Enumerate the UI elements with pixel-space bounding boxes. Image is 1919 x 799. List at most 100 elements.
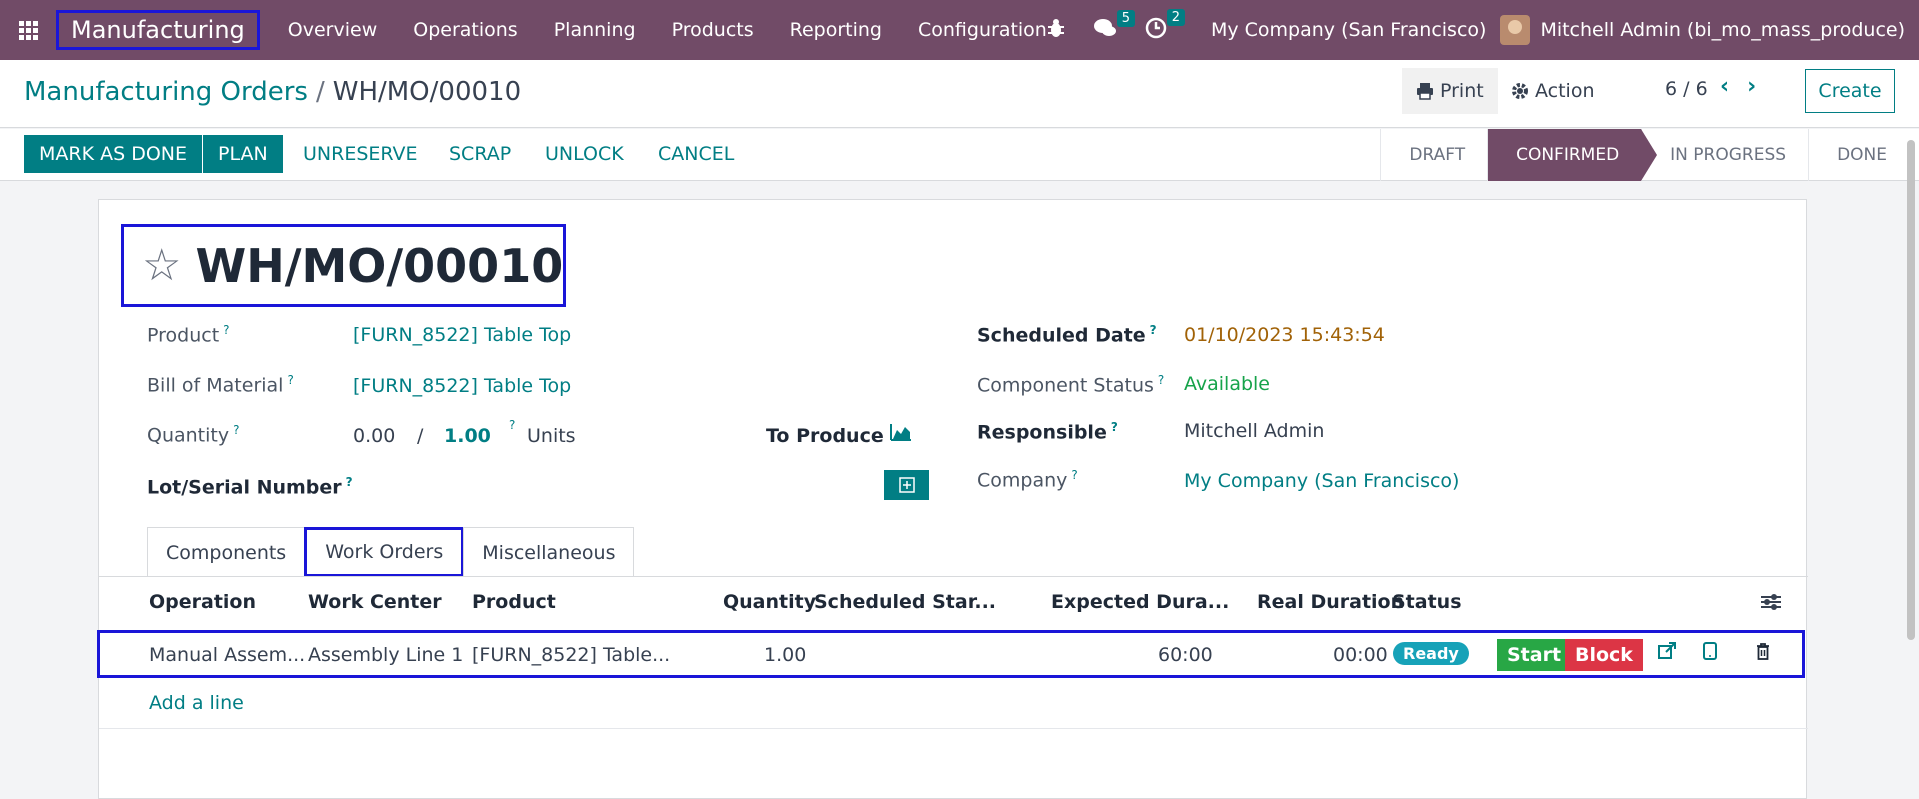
print-button[interactable]: Print [1402, 68, 1498, 114]
col-scheduled-start[interactable]: Scheduled Star... [814, 591, 996, 613]
scrap-button[interactable]: SCRAP [434, 135, 526, 173]
printer-icon [1417, 83, 1433, 100]
debug-bug-icon[interactable] [1047, 18, 1065, 43]
responsible-field[interactable]: Mitchell Admin [1184, 420, 1324, 442]
row-work-center[interactable]: Assembly Line 1 [308, 644, 463, 666]
uom-field[interactable]: Units [527, 425, 576, 447]
menu-planning[interactable]: Planning [536, 19, 654, 41]
optional-columns-sliders-icon[interactable] [1760, 593, 1782, 615]
stage-done[interactable]: DONE [1808, 129, 1909, 181]
print-label: Print [1440, 80, 1484, 102]
app-name[interactable]: Manufacturing [56, 10, 260, 50]
quantity-total-field[interactable]: 1.00 [444, 425, 491, 447]
favorite-star-icon[interactable]: ☆ [142, 240, 181, 291]
scheduled-date-field[interactable]: 01/10/2023 15:43:54 [1184, 324, 1385, 346]
tab-components[interactable]: Components [147, 527, 306, 577]
action-label: Action [1535, 80, 1595, 102]
tab-miscellaneous[interactable]: Miscellaneous [463, 527, 635, 577]
activities-clock-icon[interactable]: 2 [1145, 8, 1185, 44]
main-menu: Overview Operations Planning Products Re… [270, 19, 1065, 41]
stage-pipeline: DRAFT CONFIRMED IN PROGRESS DONE [1380, 129, 1909, 181]
pager-arrows: ‹ › [1720, 74, 1756, 99]
company-switcher[interactable]: My Company (San Francisco) [1211, 19, 1486, 41]
messages-chat-icon[interactable]: 5 [1093, 9, 1135, 43]
form-sheet: ☆ WH/MO/00010 Product? [FURN_8522] Table… [97, 199, 1808, 799]
cancel-button[interactable]: CANCEL [643, 135, 749, 173]
company-field[interactable]: My Company (San Francisco) [1184, 470, 1459, 492]
messages-count-badge: 5 [1116, 9, 1135, 27]
trash-delete-icon[interactable] [1756, 641, 1770, 665]
help-tooltip-icon: ? [1110, 420, 1118, 434]
record-title: WH/MO/00010 [195, 238, 564, 293]
stage-confirmed[interactable]: CONFIRMED [1487, 129, 1658, 181]
mark-as-done-button[interactable]: MARK AS DONE [24, 135, 202, 173]
row-product[interactable]: [FURN_8522] Table... [472, 644, 670, 666]
row-real-duration[interactable]: 00:00 [1333, 644, 1388, 666]
gear-icon [1512, 83, 1528, 99]
help-tooltip-icon: ? [509, 418, 516, 432]
col-quantity[interactable]: Quantity [723, 591, 816, 613]
stage-in-progress[interactable]: IN PROGRESS [1641, 129, 1808, 181]
col-product[interactable]: Product [472, 591, 556, 613]
col-work-center[interactable]: Work Center [308, 591, 442, 613]
col-expected-duration[interactable]: Expected Dura... [1051, 591, 1229, 613]
menu-products[interactable]: Products [654, 19, 772, 41]
help-tooltip-icon: ? [345, 475, 353, 489]
top-navbar: Manufacturing Overview Operations Planni… [0, 0, 1919, 60]
notebook-tabs: Components Work Orders Miscellaneous [147, 527, 635, 577]
to-produce-label: To Produce [766, 425, 884, 447]
tab-work-orders[interactable]: Work Orders [304, 527, 465, 577]
menu-operations[interactable]: Operations [395, 19, 535, 41]
block-button[interactable]: Block [1565, 639, 1643, 671]
menu-reporting[interactable]: Reporting [772, 19, 900, 41]
start-button[interactable]: Start [1497, 639, 1572, 671]
pager-value[interactable]: 6 / 6 [1665, 78, 1708, 100]
col-real-duration[interactable]: Real Duration [1257, 591, 1404, 613]
user-menu[interactable]: Mitchell Admin (bi_mo_mass_produce) [1500, 15, 1905, 45]
quantity-separator: / [417, 425, 424, 447]
pager-next-icon[interactable]: › [1747, 74, 1756, 99]
area-chart-icon[interactable] [889, 422, 913, 448]
row-expected-duration[interactable]: 60:00 [1158, 644, 1213, 666]
table-row[interactable]: Manual Assem... Assembly Line 1 [FURN_85… [97, 630, 1805, 678]
col-status[interactable]: Status [1392, 591, 1462, 613]
help-tooltip-icon: ? [1149, 323, 1157, 337]
unreserve-button[interactable]: UNRESERVE [288, 135, 433, 173]
action-button[interactable]: Action [1497, 68, 1609, 114]
row-quantity[interactable]: 1.00 [764, 644, 806, 666]
company-label: Company? [977, 468, 1078, 492]
lot-serial-label: Lot/Serial Number? [147, 475, 353, 499]
page-scrollbar[interactable] [1907, 140, 1915, 640]
component-status-value: Available [1184, 373, 1271, 395]
bom-field[interactable]: [FURN_8522] Table Top [353, 375, 571, 397]
breadcrumb-manufacturing-orders[interactable]: Manufacturing Orders [24, 77, 308, 107]
menu-overview[interactable]: Overview [270, 19, 395, 41]
responsible-label: Responsible? [977, 420, 1118, 444]
help-tooltip-icon: ? [223, 323, 230, 337]
col-operation[interactable]: Operation [149, 591, 256, 613]
product-field[interactable]: [FURN_8522] Table Top [353, 324, 571, 346]
help-tooltip-icon: ? [287, 373, 294, 387]
row-operation[interactable]: Manual Assem... [149, 644, 305, 666]
quantity-produced-field[interactable]: 0.00 [353, 425, 395, 447]
component-status-label: Component Status? [977, 373, 1165, 397]
open-external-link-icon[interactable] [1658, 641, 1676, 665]
apps-menu-icon[interactable] [0, 0, 56, 60]
unlock-button[interactable]: UNLOCK [530, 135, 639, 173]
help-tooltip-icon: ? [1157, 373, 1165, 387]
add-a-line-link[interactable]: Add a line [149, 692, 244, 714]
tablet-icon[interactable] [1703, 641, 1717, 665]
bom-label: Bill of Material? [147, 373, 294, 397]
add-lot-plus-icon[interactable] [884, 470, 929, 500]
help-tooltip-icon: ? [233, 423, 240, 437]
status-badge: Ready [1393, 642, 1469, 665]
quantity-label: Quantity? [147, 423, 240, 447]
workorders-table-header: Operation Work Center Product Quantity S… [99, 577, 1808, 629]
control-panel: Manufacturing Orders / WH/MO/00010 Print A… [0, 60, 1919, 128]
stage-draft[interactable]: DRAFT [1380, 129, 1487, 181]
plan-button[interactable]: PLAN [203, 135, 283, 173]
create-button[interactable]: Create [1805, 69, 1895, 113]
pager-previous-icon[interactable]: ‹ [1720, 74, 1729, 99]
user-avatar [1500, 15, 1531, 45]
help-tooltip-icon: ? [1071, 468, 1078, 482]
